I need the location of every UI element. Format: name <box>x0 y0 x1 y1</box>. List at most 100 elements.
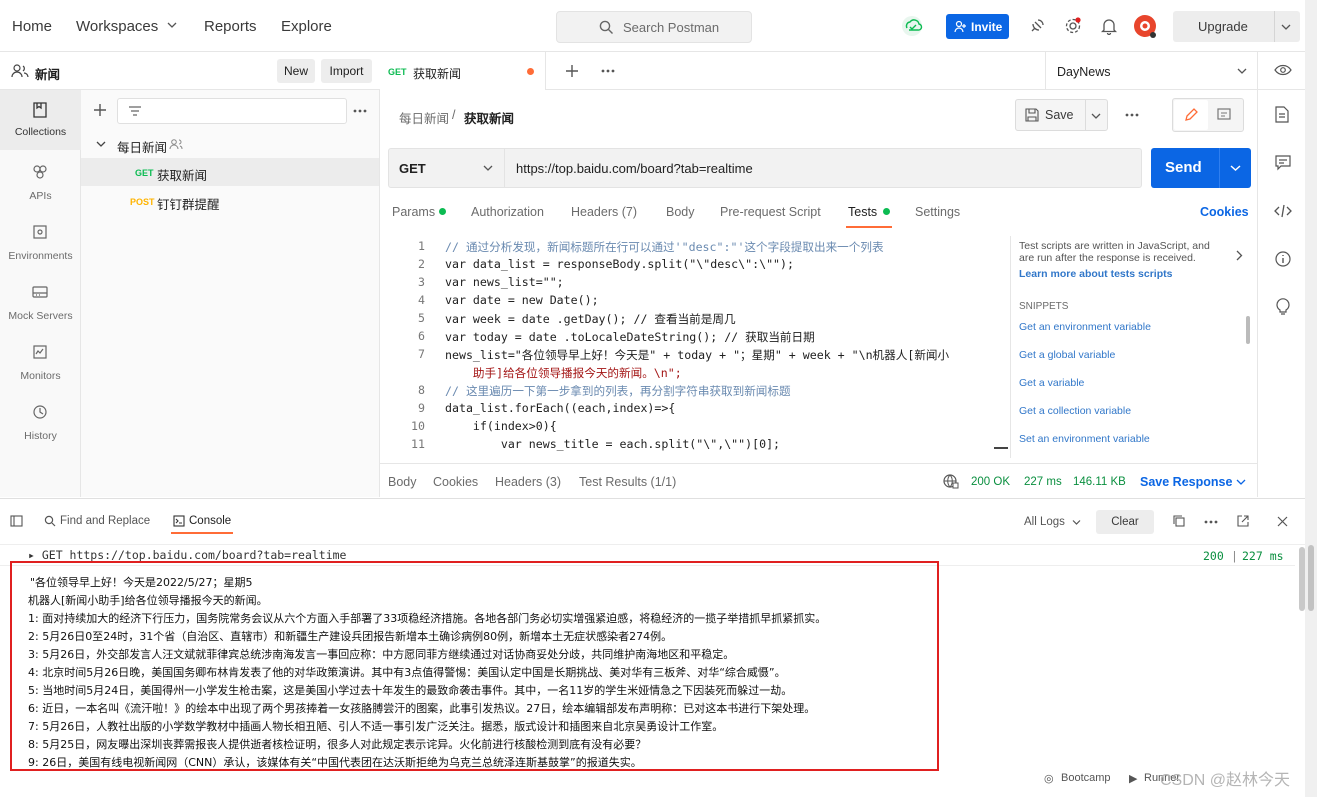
console-request-line[interactable]: ▸ GET https://top.baidu.com/board?tab=re… <box>28 548 347 562</box>
cookies-link[interactable]: Cookies <box>1200 205 1249 219</box>
notifications-icon[interactable] <box>1101 18 1117 35</box>
snippet-item[interactable]: Get a global variable <box>1019 349 1115 361</box>
globe-icon[interactable] <box>943 474 959 489</box>
avatar[interactable] <box>1133 14 1159 40</box>
send-button[interactable]: Send <box>1151 148 1251 188</box>
clear-button[interactable]: Clear <box>1096 510 1154 534</box>
sidebar-item-history[interactable]: History <box>0 396 81 454</box>
comments-icon[interactable] <box>1275 155 1291 171</box>
lightbulb-icon[interactable] <box>1276 298 1290 315</box>
tab-test-results[interactable]: Test Results (1/1) <box>579 475 676 489</box>
snippet-item[interactable]: Get an environment variable <box>1019 321 1151 333</box>
console-tab[interactable]: Console <box>189 515 231 527</box>
chevron-down-icon[interactable] <box>1230 164 1241 172</box>
window-scrollbar[interactable] <box>1305 0 1317 797</box>
snippet-item[interactable]: Set an environment variable <box>1019 433 1150 445</box>
scrollbar-thumb[interactable] <box>1299 547 1305 611</box>
scrollbar-thumb[interactable] <box>1246 316 1250 344</box>
log-line: 7: 5月26日，人教社出版的小学数学教材中插画人物长相丑陋、引人不适一事引发广… <box>28 720 724 733</box>
tab-strip: GET 获取新闻 DayNews <box>380 52 1257 90</box>
tab-authorization[interactable]: Authorization <box>471 205 544 219</box>
upgrade-button[interactable]: Upgrade <box>1173 11 1300 42</box>
add-user-icon <box>954 20 967 33</box>
edit-toggle[interactable] <box>1174 100 1208 130</box>
tab-response-headers[interactable]: Headers (3) <box>495 475 561 489</box>
sidebar-item-mock-servers[interactable]: Mock Servers <box>0 276 81 334</box>
more-options-icon[interactable] <box>1204 520 1218 524</box>
settings-icon[interactable] <box>1064 17 1082 35</box>
sidebar-item-monitors[interactable]: Monitors <box>0 336 81 394</box>
nav-reports[interactable]: Reports <box>204 18 257 35</box>
log-level-select[interactable]: All Logs <box>1024 516 1065 528</box>
list-item[interactable]: POST 钉钉群提醒 <box>81 187 379 215</box>
tab-headers[interactable]: Headers (7) <box>571 205 637 219</box>
learn-more-link[interactable]: Learn more about tests scripts <box>1019 268 1172 280</box>
scrollbar-thumb[interactable] <box>1308 545 1314 611</box>
line-number: 3 <box>418 275 425 289</box>
line-number: 6 <box>418 329 425 343</box>
tab-params[interactable]: Params <box>392 205 435 219</box>
chevron-down-icon[interactable] <box>167 20 177 30</box>
comment-icon[interactable] <box>1217 108 1231 122</box>
line-number: 7 <box>418 347 425 361</box>
find-replace-tab[interactable]: Find and Replace <box>60 515 150 527</box>
bootcamp-link[interactable]: Bootcamp <box>1061 772 1111 784</box>
console-icon <box>173 515 185 527</box>
copy-icon[interactable] <box>1173 515 1185 527</box>
info-icon[interactable] <box>1275 251 1291 267</box>
close-icon[interactable] <box>1277 516 1288 527</box>
tab-response-body[interactable]: Body <box>388 475 417 489</box>
sidebar-item-environments[interactable]: Environments <box>0 216 81 274</box>
search-input[interactable]: Search Postman <box>556 11 752 43</box>
sync-status-icon[interactable] <box>901 15 925 37</box>
chevron-down-icon[interactable] <box>1281 22 1291 32</box>
tab-pre-request-script[interactable]: Pre-request Script <box>720 205 821 219</box>
nav-home[interactable]: Home <box>12 18 52 35</box>
add-tab-icon[interactable] <box>565 64 579 78</box>
more-options-icon[interactable] <box>1125 113 1139 117</box>
chevron-right-icon[interactable] <box>1236 250 1243 261</box>
save-response-button[interactable]: Save Response <box>1140 475 1232 489</box>
tab-settings[interactable]: Settings <box>915 205 960 219</box>
nav-explore[interactable]: Explore <box>281 18 332 35</box>
open-external-icon[interactable] <box>1237 515 1249 527</box>
save-button[interactable]: Save <box>1015 99 1108 131</box>
more-tabs-icon[interactable] <box>601 69 615 73</box>
tests-code-editor[interactable]: 1 2 3 4 5 6 7 8 9 10 11 // 通过分析发现，新闻标题所在… <box>388 236 1008 458</box>
tab-body[interactable]: Body <box>666 205 695 219</box>
invite-button[interactable]: Invite <box>946 14 1009 39</box>
tab-response-cookies[interactable]: Cookies <box>433 475 478 489</box>
history-icon <box>32 404 48 420</box>
add-icon[interactable] <box>93 103 107 117</box>
tab-tests[interactable]: Tests <box>848 205 877 219</box>
chevron-down-icon[interactable] <box>1091 112 1101 120</box>
code-line: var date = new Date(); <box>445 293 599 307</box>
nav-workspaces[interactable]: Workspaces <box>76 18 158 35</box>
environment-selector[interactable]: DayNews <box>1045 52 1257 90</box>
documentation-icon[interactable] <box>1275 106 1289 123</box>
snippet-item[interactable]: Get a variable <box>1019 377 1084 389</box>
sidebar-item-collections[interactable]: Collections <box>0 90 81 150</box>
list-item[interactable]: GET 获取新闻 <box>81 158 379 186</box>
sidebar-item-label: APIs <box>29 190 52 202</box>
chevron-down-icon[interactable] <box>1236 478 1246 486</box>
url-input[interactable]: https://top.baidu.com/board?tab=realtime <box>516 161 753 176</box>
code-icon[interactable] <box>1274 204 1292 218</box>
chevron-down-icon[interactable] <box>1072 519 1081 526</box>
scrollbar-thumb[interactable] <box>994 447 1008 449</box>
sidebar-item-apis[interactable]: APIs <box>0 156 81 214</box>
import-button[interactable]: Import <box>321 59 372 83</box>
console-log-output[interactable]: "各位领导早上好！今天是2022/5/27；星期5 机器人[新闻小助手]给各位领… <box>10 561 939 771</box>
tab-request[interactable]: GET 获取新闻 <box>380 52 546 90</box>
method-select[interactable]: GET <box>389 149 505 187</box>
collection-row[interactable]: 每日新闻 <box>81 132 379 156</box>
snippet-item[interactable]: Get a collection variable <box>1019 405 1131 417</box>
breadcrumb-parent[interactable]: 每日新闻 <box>399 108 449 127</box>
eye-toggle[interactable] <box>1257 52 1305 90</box>
filter-input[interactable] <box>117 98 347 124</box>
chevron-down-icon[interactable] <box>96 140 106 148</box>
satellite-icon[interactable] <box>1029 18 1045 34</box>
sidebar-toggle-icon[interactable] <box>10 515 23 527</box>
more-options-icon[interactable] <box>353 109 367 113</box>
new-button[interactable]: New <box>277 59 315 83</box>
